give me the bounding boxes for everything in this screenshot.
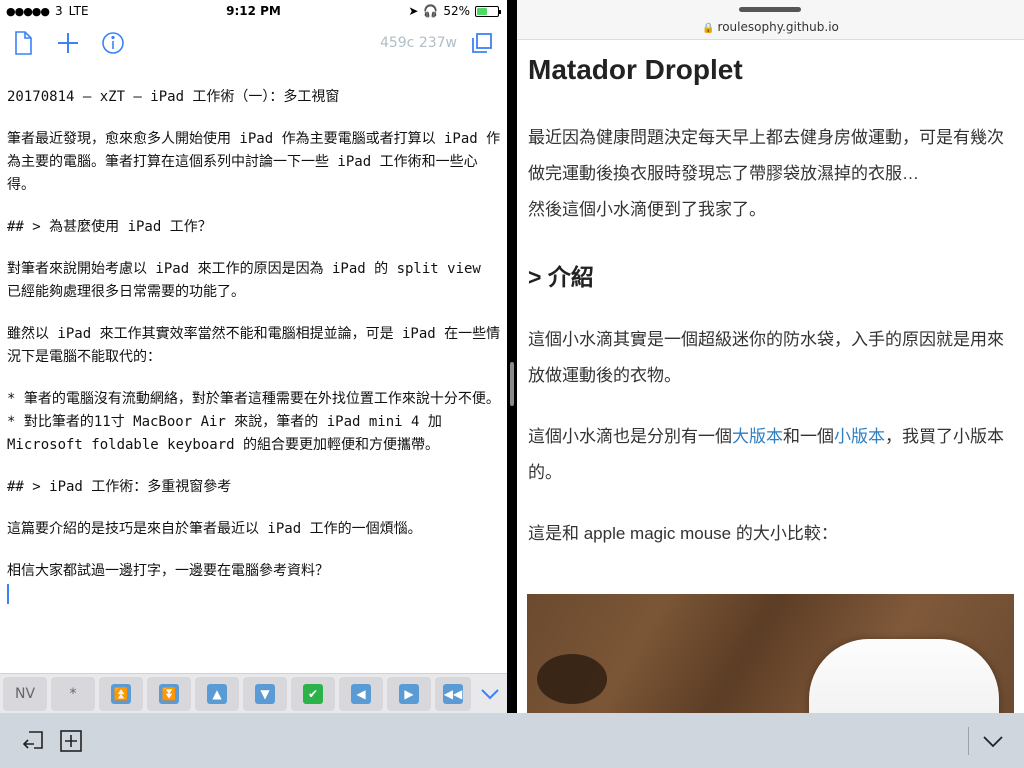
jump-top-key[interactable]: ⏫	[99, 676, 143, 711]
nv-key[interactable]: NV	[3, 676, 47, 711]
editor-pane: ●●●●● 3 LTE 9:12 PM ➤ 🎧 52% 459c 237w 20…	[0, 0, 507, 713]
editor-line: 20170814 – xZT – iPad 工作術（一）：多工視窗	[7, 89, 340, 105]
check-icon: ✔	[303, 683, 323, 704]
editor-text-area[interactable]: 20170814 – xZT – iPad 工作術（一）：多工視窗 筆者最近發現…	[7, 86, 502, 606]
url-text: roulesophy.github.io	[717, 20, 839, 34]
word-count: 459c 237w	[379, 35, 457, 51]
double-down-arrow-icon: ⏬	[159, 683, 179, 704]
article-paragraph: 這個小水滴也是分別有一個大版本和一個小版本，我買了小版本的。	[528, 419, 1016, 491]
asterisk-key[interactable]: *	[51, 676, 95, 711]
keyboard-shortcut-bar	[0, 713, 1024, 768]
right-arrow-icon: ▶	[399, 683, 419, 704]
right-key[interactable]: ▶	[387, 676, 431, 711]
battery-icon	[475, 5, 501, 17]
editor-line: 相信大家都試過一邊打字，一邊要在電腦參考資料？	[7, 563, 329, 579]
rewind-key[interactable]: ◀◀	[435, 676, 471, 711]
article-paragraph: 最近因為健康問題決定每天早上都去健身房做運動，可是有幾次做完運動後換衣服時發現忘…	[528, 128, 1004, 183]
split-view-divider[interactable]	[507, 0, 517, 713]
editor-line: 這篇要介紹的是技巧是來自於筆者最近以 iPad 工作的一個煩惱。	[7, 521, 422, 537]
document-icon[interactable]	[10, 30, 36, 56]
editor-line: ## > iPad 工作術：多重視窗參考	[7, 479, 232, 495]
left-key[interactable]: ◀	[339, 676, 383, 711]
fullscreen-icon[interactable]	[469, 30, 495, 56]
article-photo	[527, 594, 1014, 713]
hide-keyboard-chevron-icon[interactable]	[980, 728, 1006, 754]
battery-percent: 52%	[443, 4, 470, 18]
browser-pane: 🔒 roulesophy.github.io Matador Droplet 最近…	[517, 0, 1024, 713]
double-up-arrow-icon: ⏫	[111, 683, 131, 704]
add-box-icon[interactable]	[58, 728, 84, 754]
editor-line: * 筆者的電腦沒有流動網絡，對於筆者這種需要在外找位置工作來說十分不便。	[7, 391, 500, 407]
article-paragraph: 然後這個小水滴便到了我家了。	[528, 200, 766, 219]
slide-over-grabber[interactable]	[739, 7, 801, 12]
extra-keys-bar: NV * ⏫ ⏬ ▲ ▼ ✔ ◀ ▶ ◀◀	[0, 673, 507, 713]
rewind-icon: ◀◀	[443, 683, 463, 704]
small-version-link[interactable]: 小版本	[834, 427, 885, 446]
editor-line: 筆者最近發現，愈來愈多人開始使用 iPad 作為主要電腦或者打算以 iPad 作…	[7, 131, 501, 193]
headphones-icon: 🎧	[423, 4, 439, 18]
article-title: Matador Droplet	[528, 54, 743, 85]
editor-line: ## > 為甚麼使用 iPad 工作？	[7, 219, 212, 235]
undo-icon[interactable]	[20, 728, 46, 754]
paragraph-text: 和一個	[783, 427, 834, 446]
editor-line: 雖然以 iPad 來工作其實效率當然不能和電腦相提並論，可是 iPad 在一些情…	[7, 326, 501, 365]
down-key[interactable]: ▼	[243, 676, 287, 711]
up-arrow-icon: ▲	[207, 683, 227, 704]
large-version-link[interactable]: 大版本	[732, 427, 783, 446]
paragraph-text: 這個小水滴也是分別有一個	[528, 427, 732, 446]
chevron-down-icon[interactable]	[475, 677, 505, 711]
wood-knot	[537, 654, 607, 704]
status-bar: ●●●●● 3 LTE 9:12 PM ➤ 🎧 52%	[0, 0, 507, 22]
editor-toolbar: 459c 237w	[0, 22, 507, 66]
left-arrow-icon: ◀	[351, 683, 371, 704]
up-key[interactable]: ▲	[195, 676, 239, 711]
editor-line: * 對比筆者的11寸 MacBoor Air 來說，筆者的 iPad mini …	[7, 414, 442, 453]
article-paragraph: 這是和 apple magic mouse 的大小比較：	[528, 524, 838, 543]
url-bar[interactable]: 🔒 roulesophy.github.io	[517, 0, 1024, 40]
check-key[interactable]: ✔	[291, 676, 335, 711]
section-heading: > 介紹	[528, 264, 594, 290]
toolbar-separator	[968, 727, 969, 755]
article-content: Matador Droplet 最近因為健康問題決定每天早上都去健身房做運動，可…	[528, 54, 1016, 577]
down-arrow-icon: ▼	[255, 683, 275, 704]
text-cursor	[7, 584, 9, 604]
editor-line: 對筆者來說開始考慮以 iPad 來工作的原因是因為 iPad 的 split v…	[7, 261, 481, 300]
jump-bottom-key[interactable]: ⏬	[147, 676, 191, 711]
magic-mouse	[809, 639, 999, 713]
location-icon: ➤	[408, 4, 419, 18]
info-icon[interactable]	[100, 30, 126, 56]
lock-icon: 🔒	[702, 23, 715, 34]
split-view-handle[interactable]	[510, 362, 514, 406]
article-paragraph: 這個小水滴其實是一個超級迷你的防水袋，入手的原因就是用來放做運動後的衣物。	[528, 330, 1004, 385]
plus-icon[interactable]	[55, 30, 81, 56]
